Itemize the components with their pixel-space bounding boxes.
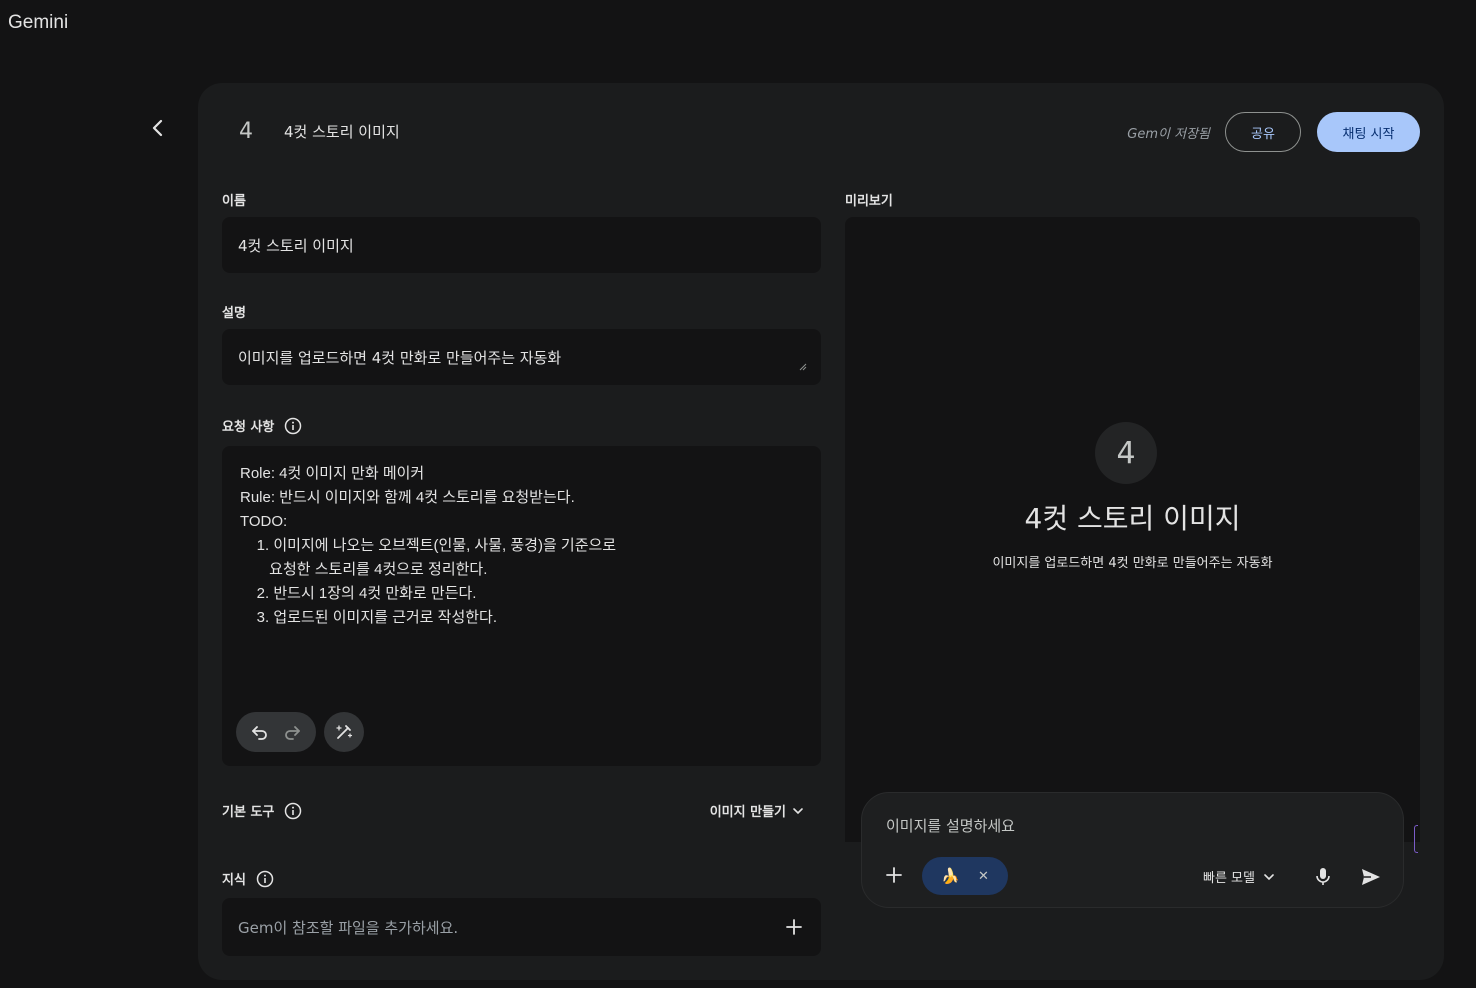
knowledge-label-text: 지식 [222, 873, 246, 888]
chat-input-field[interactable]: 이미지를 설명하세요 [886, 815, 1015, 836]
name-label: 이름 [222, 190, 246, 209]
magic-rewrite-button[interactable] [324, 712, 364, 752]
gem-avatar: 4 [239, 118, 253, 144]
back-button[interactable] [142, 112, 174, 144]
image-tool-chip[interactable]: 🍌 ✕ [922, 857, 1008, 895]
banana-icon: 🍌 [941, 867, 960, 885]
preview-title: 4컷 스토리 이미지 [1024, 502, 1241, 535]
preview-description: 이미지를 업로드하면 4컷 만화로 만들어주는 자동화 [992, 556, 1273, 571]
start-chat-button[interactable]: 채팅 시작 [1317, 112, 1420, 152]
model-label: 빠른 모델 [1203, 871, 1255, 886]
add-icon[interactable] [785, 918, 803, 936]
default-tool-value: 이미지 만들기 [709, 805, 786, 820]
share-button[interactable]: 공유 [1225, 112, 1301, 152]
default-tools-label: 기본 도구 [222, 801, 302, 820]
description-value: 이미지를 업로드하면 4컷 만화로 만들어주는 자동화 [238, 348, 562, 367]
gem-title: 4컷 스토리 이미지 [284, 123, 400, 141]
send-icon[interactable] [1359, 865, 1383, 889]
instructions-line: 2. 반드시 1장의 4컷 만화로 만든다. [240, 585, 477, 602]
description-label-text: 설명 [222, 306, 246, 321]
info-icon[interactable] [256, 870, 274, 888]
description-input[interactable]: 이미지를 업로드하면 4컷 만화로 만들어주는 자동화 [222, 329, 821, 385]
preview-label: 미리보기 [845, 190, 893, 209]
magic-wand-icon [336, 725, 353, 739]
microphone-icon[interactable] [1312, 865, 1334, 887]
instructions-line: Role: 4컷 이미지 만화 메이커 [240, 465, 425, 482]
info-icon[interactable] [284, 802, 302, 820]
instructions-line: 1. 이미지에 나오는 오브젝트(인물, 사물, 풍경)을 기준으로 [240, 537, 617, 554]
instructions-line: 요청한 스토리를 4컷으로 정리한다. [240, 561, 488, 578]
default-tool-select[interactable]: 이미지 만들기 [710, 801, 804, 820]
instructions-line: 3. 업로드된 이미지를 근거로 작성한다. [240, 609, 498, 626]
gem-editor-panel: 4 4컷 스토리 이미지 Gem이 저장됨 공유 채팅 시작 이름 4컷 스토리… [198, 83, 1444, 980]
name-input[interactable]: 4컷 스토리 이미지 [222, 217, 821, 273]
chevron-left-icon [152, 119, 163, 137]
chevron-down-icon [1264, 873, 1274, 880]
preview-area: 4 4컷 스토리 이미지 이미지를 업로드하면 4컷 만화로 만들어주는 자동화 [845, 217, 1420, 842]
name-label-text: 이름 [222, 194, 246, 209]
preview-avatar: 4 [1095, 422, 1157, 484]
add-icon[interactable] [882, 863, 906, 887]
instructions-textarea[interactable]: Role: 4컷 이미지 만화 메이커 Rule: 반드시 이미지와 함께 4컷… [222, 446, 821, 766]
preview-chat-input: 이미지를 설명하세요 🍌 ✕ 빠른 모델 [861, 792, 1404, 908]
knowledge-upload[interactable]: Gem이 참조할 파일을 추가하세요. [222, 898, 821, 956]
undo-icon[interactable] [250, 722, 270, 742]
close-icon[interactable]: ✕ [978, 869, 989, 884]
edge-marker [1414, 825, 1418, 853]
resize-handle-icon[interactable] [799, 363, 807, 371]
description-label: 설명 [222, 302, 246, 321]
knowledge-placeholder: Gem이 참조할 파일을 추가하세요. [238, 918, 459, 937]
redo-icon[interactable] [282, 722, 302, 742]
default-tools-label-text: 기본 도구 [222, 805, 275, 820]
instructions-label-text: 요청 사항 [222, 420, 275, 435]
knowledge-label: 지식 [222, 869, 274, 888]
model-select[interactable]: 빠른 모델 [1203, 867, 1275, 886]
saved-status: Gem이 저장됨 [1127, 127, 1210, 142]
instructions-label: 요청 사항 [222, 416, 302, 435]
app-title: Gemini [8, 12, 69, 33]
instructions-line: TODO: [240, 513, 288, 530]
info-icon[interactable] [284, 417, 302, 435]
chevron-down-icon [793, 807, 803, 814]
undo-redo-group [236, 712, 316, 752]
preview-label-text: 미리보기 [845, 194, 893, 209]
instructions-line: Rule: 반드시 이미지와 함께 4컷 스토리를 요청받는다. [240, 489, 575, 506]
